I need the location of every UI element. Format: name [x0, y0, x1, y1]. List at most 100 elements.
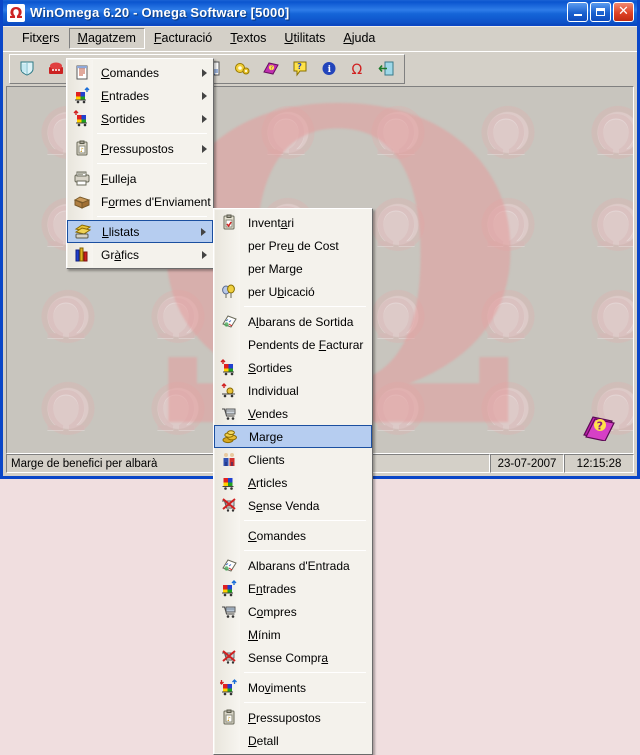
exit-icon[interactable] [374, 56, 400, 82]
menu-item-entrades[interactable]: Entrades [67, 84, 213, 107]
book-document-icon[interactable]: ? [581, 411, 615, 442]
menu-item-label: per Ubicació [248, 284, 315, 299]
menu-separator [244, 702, 366, 703]
menu-item-label: Pressupostos [248, 710, 321, 725]
menu-item-label: Marge [249, 429, 284, 444]
no-sale-icon [216, 647, 242, 668]
menu-magatzem[interactable]: Magatzem [68, 27, 145, 49]
menu-item-label: Fulleja [101, 171, 137, 186]
gears-icon[interactable] [229, 56, 255, 82]
menu-item-sortides[interactable]: Sortides [214, 356, 372, 379]
menu-separator [244, 672, 366, 673]
menu-ajuda[interactable]: Ajuda [334, 28, 384, 49]
title-bar: Ω WinOmega 6.20 - Omega Software [5000] … [3, 0, 637, 26]
menu-item-label: Pressupostos [101, 141, 174, 156]
menu-item-moviments[interactable]: Moviments [214, 676, 372, 699]
menu-item-formes-enviament[interactable]: Formes d'Enviament [67, 190, 213, 213]
menu-item-compres[interactable]: Compres [214, 600, 372, 623]
menu-item-articles[interactable]: Articles [214, 471, 372, 494]
menu-item-pendents-de-facturar[interactable]: Pendents de Facturar [214, 333, 372, 356]
menu-fitxers[interactable]: Fitxers [13, 28, 69, 49]
boxes-out-icon [216, 357, 242, 378]
menu-bar: Fitxers Magatzem Facturació Textos Utili… [3, 26, 637, 51]
svg-text:?: ? [597, 419, 603, 432]
menu-item-label: Clients [248, 452, 285, 467]
boxes-out-icon [69, 108, 95, 129]
menu-item-minim[interactable]: Mínim [214, 623, 372, 646]
menu-item-grafics[interactable]: Gràfics [67, 243, 213, 266]
menu-separator [244, 306, 366, 307]
menu-item-entrades[interactable]: Entrades [214, 577, 372, 600]
no-sale-icon [216, 495, 242, 516]
menu-item-per-ubicacio[interactable]: per Ubicació [214, 280, 372, 303]
menu-item-label: Gràfics [101, 247, 140, 262]
menu-textos[interactable]: Textos [221, 28, 275, 49]
no-icon [216, 624, 242, 645]
help-icon[interactable]: ? [287, 56, 313, 82]
menu-item-per-preu-de-cost[interactable]: per Preu de Cost [214, 234, 372, 257]
menu-separator [244, 520, 366, 521]
menu-item-albarans-de-sortida[interactable]: Albarans de Sortida [214, 310, 372, 333]
submenu-arrow-icon [202, 68, 207, 77]
boxes-in-icon [69, 85, 95, 106]
menu-item-label: Sense Venda [248, 498, 320, 513]
shield-icon[interactable] [14, 56, 40, 82]
boxes-in-icon [216, 578, 242, 599]
menu-item-individual[interactable]: Individual [214, 379, 372, 402]
desktop-background: Ω WinOmega 6.20 - Omega Software [5000] … [0, 0, 640, 755]
book-icon[interactable]: ? [258, 56, 284, 82]
menu-item-label: Sortides [248, 360, 293, 375]
menu-item-label: Mínim [248, 627, 281, 642]
no-icon [216, 525, 242, 546]
menu-facturacio[interactable]: Facturació [145, 28, 221, 49]
menu-item-inventari[interactable]: Inventari [214, 211, 372, 234]
menu-separator [97, 133, 207, 134]
menu-item-pressupostos[interactable]: ♪ Pressupostos [67, 137, 213, 160]
menu-item-sense-compra[interactable]: Sense Compra [214, 646, 372, 669]
menu-item-label: Individual [248, 383, 299, 398]
balloons-icon [216, 281, 242, 302]
menu-utilitats[interactable]: Utilitats [275, 28, 334, 49]
coins-icon [217, 426, 243, 447]
close-button[interactable]: ✕ [613, 2, 634, 22]
menu-item-label: Comandes [101, 65, 160, 80]
menu-item-label: Comandes [248, 528, 307, 543]
menu-item-label: Vendes [248, 406, 289, 421]
inventory-icon [216, 212, 242, 233]
menu-item-label: Formes d'Enviament [101, 194, 211, 209]
menu-item-per-marge[interactable]: per Marge [214, 257, 372, 280]
omega-icon[interactable]: Ω [345, 56, 371, 82]
menu-item-marge[interactable]: Marge [214, 425, 372, 448]
menu-item-label: Albarans d'Entrada [248, 558, 350, 573]
info-icon[interactable]: i [316, 56, 342, 82]
menu-item-albarans-d-entrada[interactable]: Albarans d'Entrada [214, 554, 372, 577]
menu-item-label: Albarans de Sortida [248, 314, 354, 329]
window-title: WinOmega 6.20 - Omega Software [5000] [30, 5, 290, 20]
browse-icon [69, 168, 95, 189]
menu-item-llistats[interactable]: Llistats [67, 220, 213, 243]
individual-icon [216, 380, 242, 401]
minimize-button[interactable] [567, 2, 588, 22]
menu-separator [97, 163, 207, 164]
menu-item-label: Sortides [101, 111, 146, 126]
svg-text:?: ? [297, 62, 302, 71]
status-time: 12:15:28 [564, 454, 634, 473]
menu-item-label: Sense Compra [248, 650, 329, 665]
svg-text:i: i [328, 65, 332, 75]
maximize-button[interactable] [590, 2, 611, 22]
menu-item-label: Compres [248, 604, 297, 619]
menu-item-detall[interactable]: Detall [214, 729, 372, 752]
menu-item-comandes[interactable]: Comandes [214, 524, 372, 547]
svg-text:Ω: Ω [352, 62, 363, 77]
menu-item-vendes[interactable]: Vendes [214, 402, 372, 425]
svg-text:♪: ♪ [80, 147, 84, 154]
menu-item-clients[interactable]: Clients [214, 448, 372, 471]
menu-item-sortides[interactable]: Sortides [67, 107, 213, 130]
chart-icon [69, 244, 95, 265]
menu-item-comandes[interactable]: Comandes [67, 61, 213, 84]
menu-item-fulleja[interactable]: Fulleja [67, 167, 213, 190]
parcel-icon [69, 191, 95, 212]
menu-item-sense-venda[interactable]: Sense Venda [214, 494, 372, 517]
menu-item-label: Llistats [102, 224, 140, 239]
menu-item-pressupostos[interactable]: ♪ Pressupostos [214, 706, 372, 729]
